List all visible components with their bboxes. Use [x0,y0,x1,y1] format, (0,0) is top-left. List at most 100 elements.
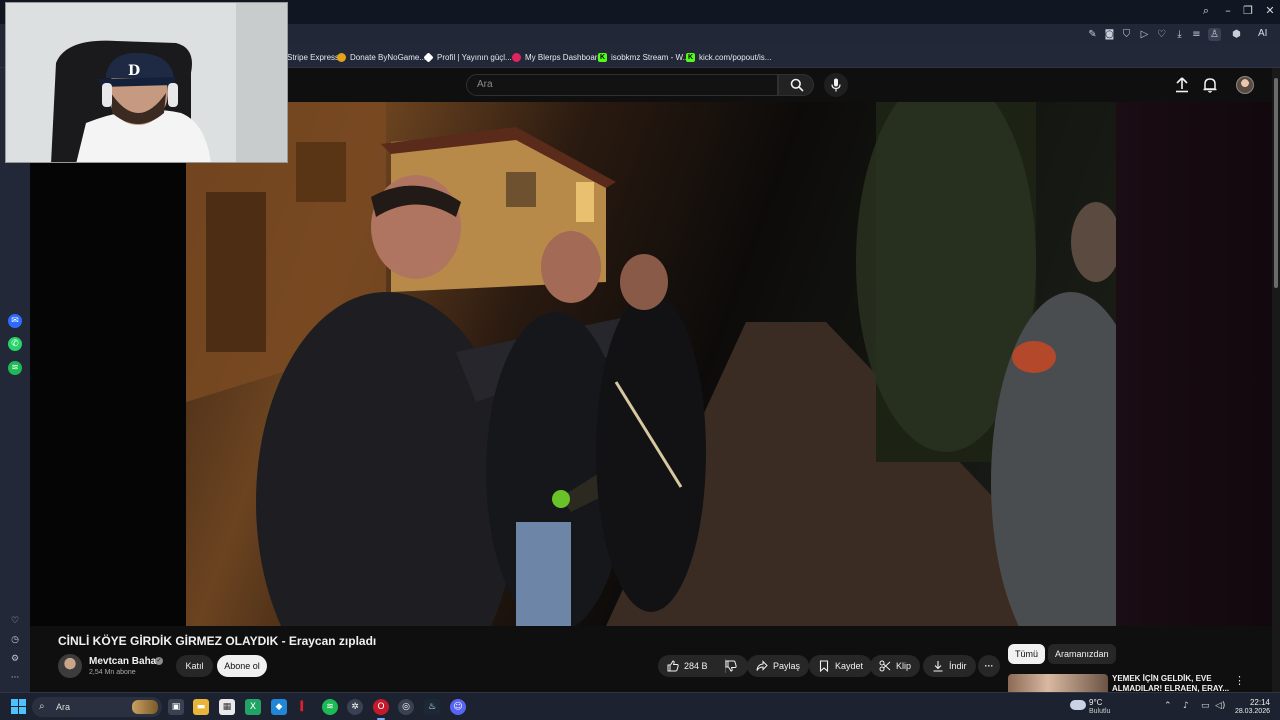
store-icon[interactable]: ▦ [219,699,235,715]
heart-icon[interactable]: ♡ [1155,28,1168,41]
bookmark-isobkmz[interactable]: K isobkmz Stream - W... [598,51,689,64]
menu-icon[interactable]: ≡ [1190,28,1203,41]
restore-button[interactable]: ❐ [1241,4,1255,18]
bookmark-profil[interactable]: Profil | Yayının güçl... [423,51,512,64]
weather-description[interactable]: Bulutlu [1089,708,1110,715]
bookmark-label: kick.com/popout/is... [699,53,772,62]
download-label: İndir [949,661,967,671]
profile-icon[interactable]: ♙ [1208,28,1221,41]
search-icon [790,78,804,92]
play-icon[interactable]: ▷ [1138,28,1151,41]
app-red-icon[interactable]: ▍ [296,699,312,715]
history-icon[interactable]: ◷ [8,633,22,647]
app-icon[interactable]: ◎ [398,699,414,715]
messenger-icon[interactable]: ✉ [8,314,22,328]
bookmark-blerps[interactable]: My Blerps Dashboard [512,51,602,64]
scissors-icon [879,660,891,672]
share-icon [756,660,768,671]
bookmark-icon [819,660,829,672]
windows-start-icon[interactable] [11,699,26,714]
discord-icon[interactable]: ☺ [450,699,466,715]
search-button[interactable] [778,74,814,96]
dislike-button[interactable] [718,655,744,677]
kick-icon: K [598,53,607,62]
bookmark-label: isobkmz Stream - W... [611,53,690,62]
heart-icon[interactable]: ♡ [8,614,22,628]
download-button[interactable]: İndir [923,655,976,677]
download-icon[interactable]: ⤓ [1173,28,1186,41]
taskbar-search-label: Ara [56,702,71,712]
steam-icon[interactable]: ♨ [424,699,440,715]
bookmark-label: Stripe Express [287,53,340,62]
camera-icon[interactable]: ◙ [1103,28,1116,41]
search-highlight-image [132,700,158,714]
clock-date[interactable]: 28.03.2026 [1226,708,1270,715]
clock-time[interactable]: 22:14 [1238,698,1270,707]
task-view-icon[interactable]: ▣ [168,699,184,715]
bookmark-kick-popout[interactable]: K kick.com/popout/is... [686,51,771,64]
voice-search-button[interactable] [824,73,848,97]
share-button[interactable]: Paylaş [747,655,810,677]
coin-icon [337,53,346,62]
chevron-up-icon[interactable]: ⌃ [1164,701,1172,711]
streamer-webcam-image: D [6,3,287,162]
whatsapp-icon[interactable]: ✆ [8,337,22,351]
webcam-overlay: D [5,2,288,163]
settings-icon[interactable]: ⚙ [8,652,22,666]
scrollbar-thumb[interactable] [1274,78,1278,288]
thumbs-up-icon [667,660,679,672]
chip-from-search[interactable]: Aramanızdan [1048,644,1116,664]
recommended-video-thumbnail[interactable] [1008,674,1108,692]
edit-icon[interactable]: ✎ [1086,28,1099,41]
kick-icon: K [686,53,695,62]
video-player[interactable] [30,102,1272,626]
app-icon[interactable]: ◆ [271,699,287,715]
channel-avatar[interactable] [58,654,82,678]
minimize-button[interactable]: – [1221,4,1235,18]
network-icon[interactable]: ▭ [1201,701,1210,711]
join-button[interactable]: Katıl [176,655,213,677]
svg-text:D: D [128,63,140,79]
chatgpt-icon[interactable]: ✲ [347,699,363,715]
video-title: CİNLİ KÖYE GİRDİK GİRMEZ OLAYDIK - Erayc… [58,634,377,648]
more-actions-button[interactable]: ··· [978,655,1000,677]
weather-temperature[interactable]: 9°C [1089,698,1102,707]
account-avatar[interactable] [1236,76,1254,94]
verified-icon: ✓ [155,657,163,665]
chip-all[interactable]: Tümü [1008,644,1046,664]
opera-gx-icon[interactable]: O [373,699,389,720]
clip-button[interactable]: Klip [870,655,921,677]
file-explorer-icon[interactable]: ▬ [193,699,209,715]
excel-icon[interactable]: X [245,699,261,715]
channel-name[interactable]: Mevtcan Bahav [89,656,162,667]
heart-icon [512,53,521,62]
search-icon: ⌕ [39,701,45,712]
video-info: CİNLİ KÖYE GİRDİK GİRMEZ OLAYDIK - Erayc… [30,626,1272,692]
taskbar-search[interactable]: ⌕ Ara [32,697,162,717]
microphone-icon[interactable]: ♪ [1183,701,1189,711]
more-icon[interactable]: ··· [8,671,22,685]
subscribe-button[interactable]: Abone ol [217,655,267,677]
bookmark-stripe[interactable]: Stripe Express [287,51,339,64]
search-input[interactable]: Ara [466,74,778,96]
upload-icon[interactable] [1173,76,1191,94]
taskbar: ⌕ Ara ▣ ▬ ▦ X ◆ ▍ ≋ ✲ O ◎ ♨ ☺ 9°C Bulutl… [0,692,1280,720]
ai-button[interactable]: AI [1258,28,1267,39]
volume-icon[interactable]: ◁) [1215,701,1225,711]
share-label: Paylaş [773,661,801,671]
bookmark-donate[interactable]: Donate ByNoGame... [337,51,426,64]
extension-icon[interactable]: ⬢ [1230,28,1243,41]
video-letterbox [1116,102,1272,626]
notifications-icon[interactable] [1201,76,1219,94]
save-button[interactable]: Kaydet [809,655,873,677]
spotify-icon[interactable]: ≋ [322,699,338,715]
cloud-icon[interactable] [1070,700,1086,710]
close-button[interactable]: ✕ [1263,4,1277,18]
search-icon[interactable]: ⌕ [1199,4,1213,18]
shield-icon[interactable]: ⛉ [1120,28,1133,41]
clip-label: Klip [896,661,912,671]
spotify-icon[interactable]: ≋ [8,361,22,375]
recommended-video-title[interactable]: YEMEK İÇİN GELDİK, EVE ALMADILAR! ELRAEN… [1112,674,1236,692]
kebab-menu-icon[interactable]: ⋮ [1234,674,1245,687]
page-scrollbar[interactable] [1272,68,1280,692]
